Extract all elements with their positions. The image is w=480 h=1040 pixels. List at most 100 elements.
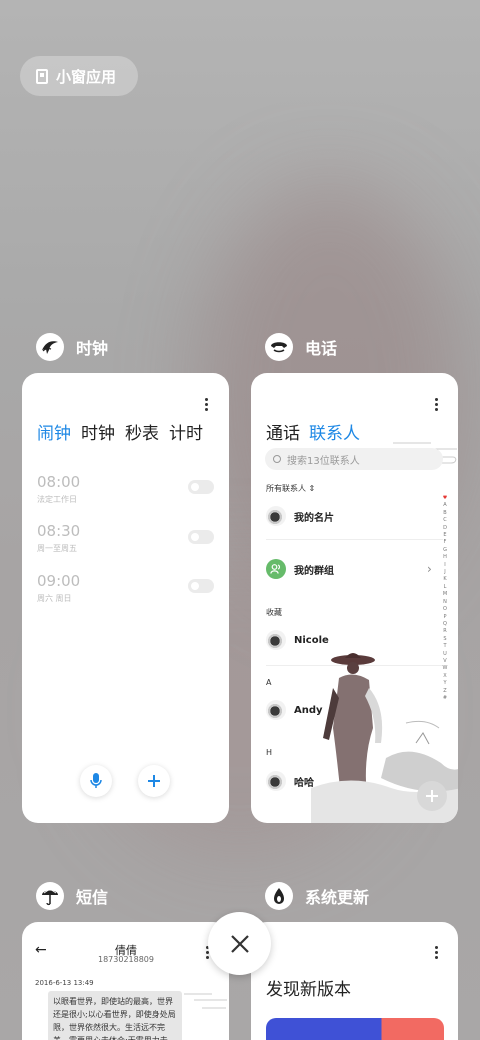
tab-alarm[interactable]: 闹钟: [37, 419, 71, 444]
my-card-label: 我的名片: [294, 512, 334, 524]
alarm-repeat: 周六 周日: [37, 594, 72, 603]
phone-app-name: 电话: [305, 339, 338, 358]
search-placeholder: 搜索13位联系人: [287, 455, 360, 467]
tab-clock[interactable]: 时钟: [81, 419, 115, 444]
index-letter[interactable]: Q: [443, 621, 447, 628]
my-groups-row[interactable]: 我的群组: [266, 559, 334, 579]
small-window-apps-label: 小窗应用: [56, 67, 117, 86]
index-letter[interactable]: M: [443, 591, 447, 598]
small-window-apps-button[interactable]: 小窗应用: [20, 56, 138, 96]
update-heading: 发现新版本: [266, 980, 351, 1000]
microphone-icon: [90, 773, 102, 788]
index-letter[interactable]: I: [444, 562, 445, 569]
index-letter[interactable]: D: [443, 525, 447, 532]
message-bubble[interactable]: 以眼看世界，即使站的最高，世界还是很小;以心看世界，即使身处局限，世界依然很大。…: [48, 991, 182, 1040]
all-contacts-label: 所有联系人: [266, 484, 306, 493]
avatar: [266, 506, 286, 526]
index-letter[interactable]: Y: [443, 680, 446, 687]
alarm-time: 08:30: [37, 522, 81, 540]
contact-row[interactable]: Nicole: [266, 630, 329, 650]
contact-search-input[interactable]: 搜索13位联系人: [265, 448, 443, 470]
alarm-item[interactable]: 08:00 法定工作日: [37, 473, 80, 505]
contact-row[interactable]: 哈哈: [266, 771, 314, 791]
tab-contacts[interactable]: 联系人: [309, 419, 360, 444]
message-timestamp: 2016-6-13 13:49: [35, 979, 94, 987]
add-contact-button[interactable]: [417, 781, 447, 811]
alarm-repeat: 法定工作日: [37, 495, 77, 504]
tab-stopwatch[interactable]: 秒表: [125, 419, 159, 444]
index-letter[interactable]: E: [443, 532, 446, 539]
index-letter[interactable]: K: [443, 576, 446, 583]
clear-all-button[interactable]: [208, 912, 271, 975]
index-letter[interactable]: X: [443, 673, 446, 680]
index-letter[interactable]: P: [443, 614, 446, 621]
avatar: [266, 771, 286, 791]
system-update-app-name: 系统更新: [305, 888, 370, 907]
my-card-row[interactable]: 我的名片: [266, 506, 334, 526]
plus-icon: [148, 775, 160, 787]
phone-app-header[interactable]: 电话: [265, 333, 337, 361]
alarm-repeat: 周一至周五: [37, 544, 77, 553]
alarm-time: 09:00: [37, 572, 81, 590]
index-letter[interactable]: A: [443, 502, 446, 509]
sms-app-card[interactable]: ← 倩倩 18730218809 2016-6-13 13:49 以眼看世界，即…: [22, 922, 229, 1040]
clock-tab-bar: 闹钟 时钟 秒表 计时: [37, 419, 203, 444]
index-letter[interactable]: T: [443, 643, 446, 650]
more-options-icon[interactable]: [205, 398, 209, 413]
add-alarm-button[interactable]: [138, 765, 170, 797]
index-letter[interactable]: G: [443, 547, 447, 554]
index-letter[interactable]: ♥: [443, 495, 447, 502]
index-letter[interactable]: O: [443, 606, 447, 613]
more-options-icon[interactable]: [435, 946, 439, 961]
my-groups-label: 我的群组: [294, 565, 334, 577]
phone-app-icon: [265, 333, 293, 361]
sms-app-header[interactable]: 短信: [36, 882, 108, 910]
clock-app-icon: [36, 333, 64, 361]
voice-alarm-button[interactable]: [80, 765, 112, 797]
index-letter[interactable]: V: [443, 658, 446, 665]
sms-app-name: 短信: [76, 888, 109, 907]
index-letter[interactable]: L: [444, 584, 447, 591]
index-letter[interactable]: C: [443, 517, 447, 524]
alphabet-index-bar[interactable]: ♥ A B C D E F G H I J K L M N O P Q R S …: [439, 495, 451, 702]
index-letter[interactable]: H: [443, 554, 447, 561]
all-contacts-filter[interactable]: 所有联系人 ⇕: [266, 483, 315, 494]
system-update-app-card[interactable]: 发现新版本: [251, 922, 458, 1040]
tab-timer[interactable]: 计时: [169, 419, 203, 444]
update-banner-image: [266, 1018, 444, 1040]
alarm-toggle[interactable]: [188, 530, 214, 544]
index-letter[interactable]: S: [443, 636, 446, 643]
index-letter[interactable]: Z: [443, 688, 446, 695]
section-letter: H: [266, 748, 273, 757]
phone-app-card[interactable]: 通话 联系人 搜索13位联系人 所有联系人 ⇕ 我的名片 我的群组 › 收藏 N…: [251, 373, 458, 823]
close-icon: [230, 934, 249, 953]
system-update-app-header[interactable]: 系统更新: [265, 882, 369, 910]
alarm-toggle[interactable]: [188, 579, 214, 593]
clock-app-card[interactable]: 闹钟 时钟 秒表 计时 08:00 法定工作日 08:30 周一至周五 09:0…: [22, 373, 229, 823]
section-letter: A: [266, 678, 272, 687]
index-letter[interactable]: B: [443, 510, 446, 517]
group-icon: [266, 559, 286, 579]
chevron-right-icon: ›: [427, 562, 432, 576]
search-icon: [273, 455, 281, 463]
small-window-icon: [36, 68, 48, 84]
index-letter[interactable]: N: [443, 599, 447, 606]
index-letter[interactable]: #: [443, 695, 447, 702]
favorites-section-label: 收藏: [266, 608, 282, 617]
alarm-item[interactable]: 08:30 周一至周五: [37, 522, 80, 554]
clock-app-name: 时钟: [76, 339, 109, 358]
tab-calls[interactable]: 通话: [266, 419, 300, 444]
index-letter[interactable]: U: [443, 651, 447, 658]
alarm-item[interactable]: 09:00 周六 周日: [37, 572, 80, 604]
avatar: [266, 700, 286, 720]
avatar: [266, 630, 286, 650]
index-letter[interactable]: F: [444, 539, 447, 546]
more-options-icon[interactable]: [435, 398, 439, 413]
index-letter[interactable]: J: [444, 569, 445, 576]
system-update-app-icon: [265, 882, 293, 910]
alarm-toggle[interactable]: [188, 480, 214, 494]
index-letter[interactable]: R: [443, 628, 446, 635]
index-letter[interactable]: W: [443, 665, 448, 672]
divider: [266, 539, 443, 540]
clock-app-header[interactable]: 时钟: [36, 333, 108, 361]
